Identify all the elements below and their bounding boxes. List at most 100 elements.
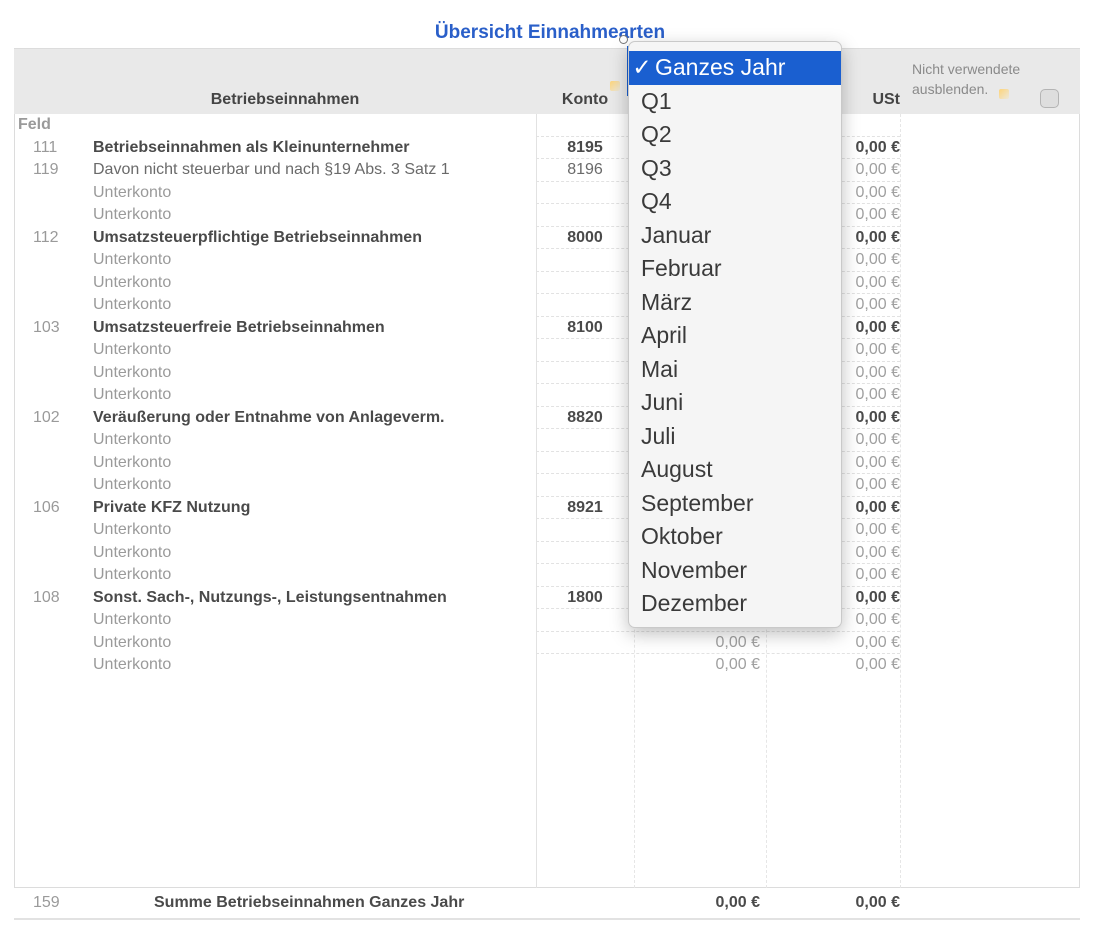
- table-row[interactable]: Unterkonto 0,00 € 0,00 €: [14, 653, 1080, 677]
- menu-item-q2[interactable]: Q2: [629, 118, 841, 152]
- table-row[interactable]: Unterkonto 0,00 € 0,00 €: [14, 630, 1080, 655]
- summary-row: 159 Summe Betriebseinnahmen Ganzes Jahr …: [14, 888, 1080, 920]
- menu-item-november[interactable]: November: [629, 554, 841, 588]
- menu-item-maerz[interactable]: März: [629, 286, 841, 320]
- menu-item-ganzes-jahr[interactable]: ✓ Ganzes Jahr: [629, 51, 841, 85]
- menu-item-oktober[interactable]: Oktober: [629, 520, 841, 554]
- menu-item-juli[interactable]: Juli: [629, 420, 841, 454]
- table-row[interactable]: 103 Umsatzsteuerfreie Betriebseinnahmen 81…: [14, 315, 1080, 340]
- row-feld: 106: [33, 498, 60, 516]
- row-label: Umsatzsteuerfreie Betriebseinnahmen: [93, 318, 385, 336]
- table-row[interactable]: Unterkonto0,00 €0,00 €: [14, 203, 1080, 227]
- row-label: Unterkonto: [93, 431, 172, 448]
- row-konto: 8196: [567, 161, 603, 178]
- table-row[interactable]: 106Private KFZ Nutzung89210,00 €0,00 €: [14, 495, 1080, 520]
- table-row[interactable]: Unterkonto0,00 €0,00 €: [14, 383, 1080, 407]
- summary-ust: 0,00 €: [855, 894, 900, 911]
- menu-item-label: Juli: [641, 422, 676, 449]
- table-row[interactable]: Unterkonto0,00 €0,00 €: [14, 563, 1080, 587]
- resize-handle[interactable]: [619, 35, 628, 44]
- row-label: Unterkonto: [93, 633, 172, 651]
- row-label: Unterkonto: [93, 251, 172, 268]
- row-konto: 8195: [567, 138, 603, 156]
- table-row[interactable]: Unterkonto0,00 €0,00 €: [14, 540, 1080, 565]
- menu-item-juni[interactable]: Juni: [629, 386, 841, 420]
- row-feld: 119: [33, 161, 59, 178]
- menu-item-label: Oktober: [641, 523, 723, 549]
- row-ust[interactable]: 0,00 €: [770, 632, 900, 655]
- menu-item-april[interactable]: April: [629, 319, 841, 353]
- table-row[interactable]: Unterkonto0,00 €0,00 €: [14, 248, 1080, 272]
- row-label: Veräußerung oder Entnahme von Anlageverm…: [93, 408, 445, 426]
- row-feld: 103: [33, 318, 60, 336]
- table-row[interactable]: Unterkonto0,00 €0,00 €: [14, 450, 1080, 475]
- menu-item-label: Q4: [641, 188, 672, 214]
- menu-item-label: April: [641, 322, 688, 348]
- table-header: Betriebseinnahmen Konto USt Nicht verwen…: [14, 48, 1080, 114]
- menu-item-label: Mai: [641, 355, 679, 382]
- row-label: Unterkonto: [93, 453, 172, 471]
- row-ust[interactable]: 0,00 €: [770, 654, 900, 677]
- menu-item-august[interactable]: August: [629, 453, 841, 487]
- table-row[interactable]: Unterkonto0,00 €0,00 €: [14, 270, 1080, 295]
- row-label: Unterkonto: [93, 656, 172, 673]
- row-label: Unterkonto: [93, 183, 172, 201]
- row-feld: 108: [33, 588, 60, 606]
- menu-item-september[interactable]: September: [629, 487, 841, 521]
- row-betrag[interactable]: 0,00 €: [634, 654, 760, 677]
- table-row[interactable]: Unterkonto0,00 €0,00 €: [14, 180, 1080, 205]
- table-row[interactable]: Unterkonto0,00 €0,00 €: [14, 360, 1080, 385]
- hide-unused-checkbox[interactable]: [1040, 89, 1059, 108]
- row-konto: 8820: [567, 408, 603, 426]
- summary-feld: 159: [33, 894, 60, 911]
- table-row[interactable]: 102 Veräußerung oder Entnahme von Anlagev…: [14, 405, 1080, 430]
- table-row[interactable]: Unterkonto0,00 €0,00 €: [14, 518, 1080, 542]
- menu-item-mai[interactable]: Mai: [629, 353, 841, 387]
- summary-betrag: 0,00 €: [715, 894, 760, 911]
- table-row[interactable]: 119 Davon nicht steuerbar und nach §19 Ab…: [14, 158, 1080, 182]
- menu-item-q4[interactable]: Q4: [629, 185, 841, 219]
- menu-item-label: Februar: [641, 255, 722, 281]
- row-feld: 112: [33, 228, 59, 246]
- table-row[interactable]: Unterkonto0,00 €0,00 €: [14, 338, 1080, 362]
- row-konto: 8100: [567, 318, 603, 336]
- menu-item-label: Januar: [641, 221, 712, 248]
- row-betrag[interactable]: 0,00 €: [634, 632, 760, 655]
- page-title: Übersicht Einnahmearten: [434, 22, 666, 43]
- comment-marker-icon: [999, 89, 1009, 99]
- period-dropdown-menu[interactable]: ✓ Ganzes Jahr Q1 Q2 Q3 Q4 Januar Februar März Apr…: [628, 41, 842, 628]
- menu-item-dezember[interactable]: Dezember: [629, 587, 841, 621]
- table-row[interactable]: Unterkonto0,00 €0,00 €: [14, 608, 1080, 632]
- comment-marker-icon: [610, 81, 620, 91]
- row-label: Unterkonto: [93, 341, 172, 358]
- menu-item-februar[interactable]: Februar: [629, 252, 841, 286]
- menu-item-label: Q3: [641, 154, 672, 181]
- menu-item-label: Dezember: [641, 590, 748, 616]
- row-label: Unterkonto: [93, 521, 172, 538]
- row-label: Private KFZ Nutzung: [93, 498, 251, 516]
- menu-item-label: März: [641, 288, 693, 315]
- row-label: Davon nicht steuerbar und nach §19 Abs. …: [93, 161, 450, 178]
- menu-item-label: Q1: [641, 87, 672, 114]
- row-label: Umsatzsteuerpflichtige Betriebseinnahmen: [93, 228, 422, 246]
- menu-item-label: Q2: [641, 121, 672, 147]
- menu-item-q1[interactable]: Q1: [629, 85, 841, 119]
- table-row[interactable]: Unterkonto0,00 €0,00 €: [14, 293, 1080, 317]
- table-row[interactable]: Unterkonto0,00 €0,00 €: [14, 428, 1080, 452]
- row-label: Unterkonto: [93, 363, 172, 381]
- summary-label: Summe Betriebseinnahmen Ganzes Jahr: [154, 894, 465, 911]
- row-label: Unterkonto: [93, 543, 172, 561]
- hide-unused-label: Nicht verwendete ausblenden.: [912, 61, 1021, 97]
- table-row[interactable]: Unterkonto0,00 €0,00 €: [14, 473, 1080, 497]
- table-row[interactable]: 111 Betriebseinnahmen als Kleinunternehme…: [14, 135, 1080, 160]
- menu-item-januar[interactable]: Januar: [629, 219, 841, 253]
- row-konto: 8921: [567, 498, 603, 516]
- menu-item-label: August: [641, 456, 713, 482]
- table-row[interactable]: 108 Sonst. Sach-, Nutzungs-, Leistungsent…: [14, 585, 1080, 610]
- row-feld: 111: [33, 138, 58, 156]
- menu-item-label: Ganzes Jahr: [655, 54, 786, 80]
- row-label: Unterkonto: [93, 476, 172, 493]
- menu-item-q3[interactable]: Q3: [629, 152, 841, 186]
- table-row[interactable]: 112 Umsatzsteuerpflichtige Betriebseinnah…: [14, 225, 1080, 250]
- row-konto: 8000: [567, 228, 603, 246]
